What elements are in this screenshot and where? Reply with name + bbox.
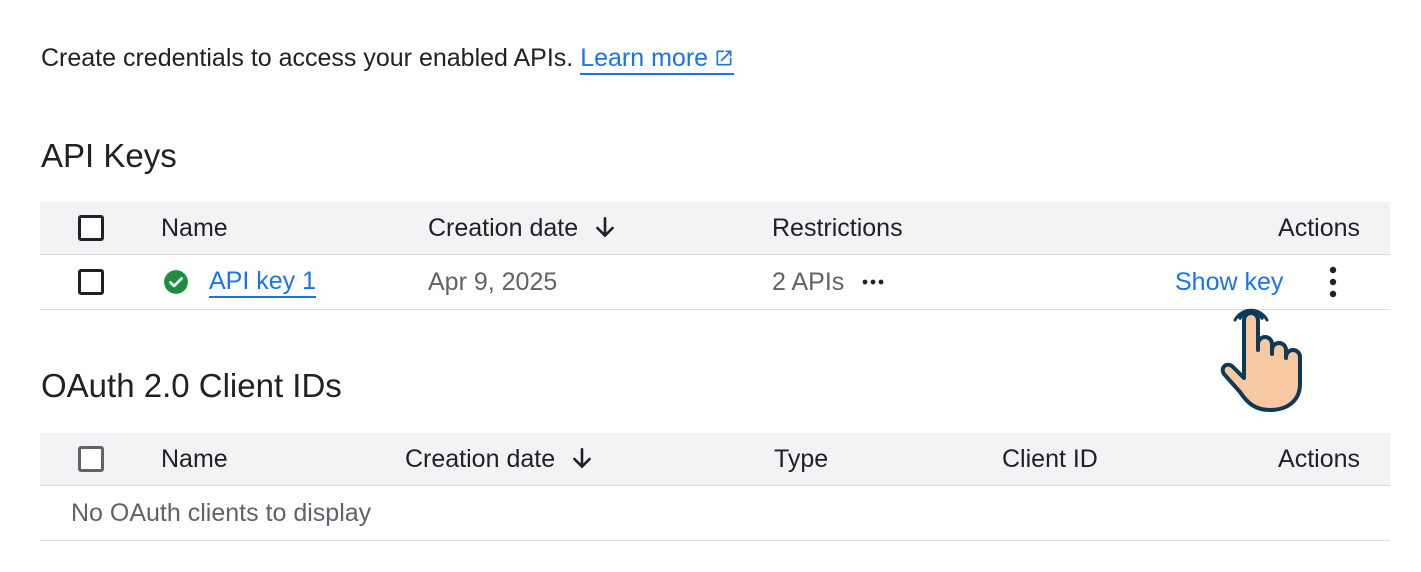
arrow-down-icon — [569, 446, 595, 472]
learn-more-label: Learn more — [580, 44, 709, 72]
hand-pointer-icon — [1218, 302, 1310, 419]
column-header-creation-date[interactable]: Creation date — [428, 202, 618, 254]
select-all-cell — [78, 433, 104, 485]
column-header-restrictions: Restrictions — [772, 213, 903, 242]
learn-more-link[interactable]: Learn more — [580, 44, 735, 75]
show-key-label: Show key — [1175, 267, 1284, 296]
table-row: API key 1 Apr 9, 2025 2 APIs Show key — [40, 255, 1390, 310]
column-header-creation-date[interactable]: Creation date — [405, 433, 595, 485]
column-header-name[interactable]: Name — [161, 433, 228, 485]
row-select-cell — [78, 255, 104, 309]
row-select-checkbox[interactable] — [78, 269, 104, 295]
intro-text: Create credentials to access your enable… — [41, 44, 735, 75]
oauth-header-row: Name Creation date Type Client ID Action… — [40, 433, 1390, 486]
api-key-name-link[interactable]: API key 1 — [209, 267, 316, 298]
api-keys-table: Name Creation date Restrictions Actions … — [40, 202, 1390, 310]
show-key-button[interactable]: Show key — [1175, 255, 1283, 309]
oauth-clients-table: Name Creation date Type Client ID Action… — [40, 433, 1390, 541]
empty-state-row: No OAuth clients to display — [40, 486, 1390, 541]
api-key-restrictions: 2 APIs — [772, 267, 845, 296]
external-link-icon — [714, 46, 734, 75]
select-all-cell — [78, 202, 104, 254]
column-header-type[interactable]: Type — [774, 433, 828, 485]
more-horizontal-icon[interactable] — [862, 278, 884, 286]
arrow-down-icon — [592, 215, 618, 241]
api-keys-title: API Keys — [41, 137, 177, 174]
column-header-name[interactable]: Name — [161, 202, 228, 254]
intro-description: Create credentials to access your enable… — [41, 44, 574, 72]
api-key-creation-date: Apr 9, 2025 — [428, 267, 558, 296]
creation-date-label: Creation date — [405, 444, 556, 473]
row-actions-cell — [1328, 255, 1338, 309]
column-header-client-id: Client ID — [1002, 444, 1098, 473]
oauth-title: OAuth 2.0 Client IDs — [41, 367, 342, 404]
more-vertical-icon[interactable] — [1328, 266, 1338, 298]
check-circle-icon — [163, 269, 189, 295]
select-all-oauth-checkbox[interactable] — [78, 446, 104, 472]
empty-state-message: No OAuth clients to display — [71, 498, 372, 527]
api-key-restrictions-cell: 2 APIs — [772, 255, 884, 309]
creation-date-label: Creation date — [428, 213, 579, 242]
column-header-actions: Actions — [1278, 444, 1360, 473]
api-key-name-cell: API key 1 — [163, 255, 316, 309]
select-all-api-keys-checkbox[interactable] — [78, 215, 104, 241]
api-keys-header-row: Name Creation date Restrictions Actions — [40, 202, 1390, 255]
column-header-actions: Actions — [1278, 213, 1360, 242]
